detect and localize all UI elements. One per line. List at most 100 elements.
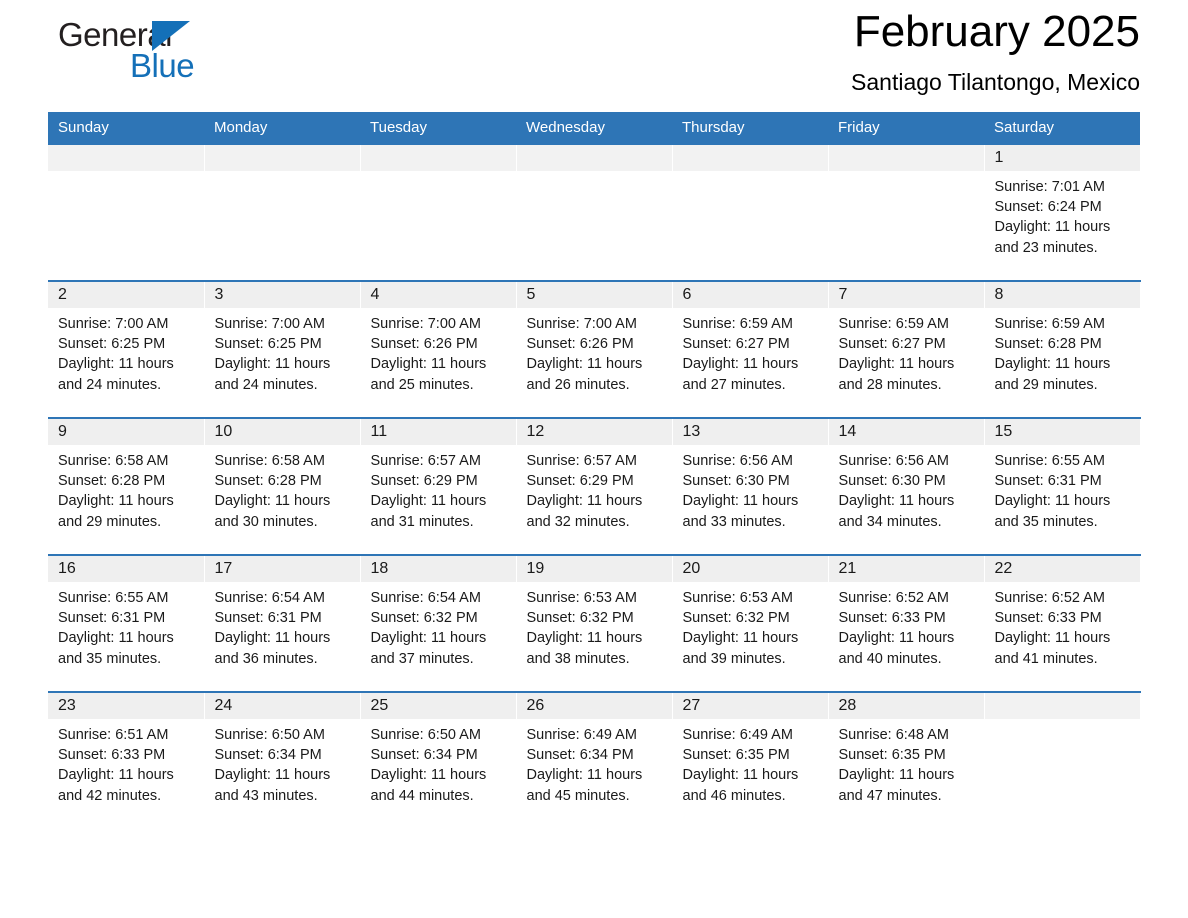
daylight-text: Daylight: 11 hours and 42 minutes. [58, 767, 174, 804]
calendar-week-row: 16 Sunrise: 6:55 AM Sunset: 6:31 PM Dayligh… [48, 554, 1141, 692]
daylight-text: Daylight: 11 hours and 35 minutes. [58, 630, 174, 667]
calendar-day-cell[interactable]: 24 Sunrise: 6:50 AM Sunset: 6:34 PM Dayligh… [204, 691, 361, 828]
day-details: Sunrise: 6:57 AM Sunset: 6:29 PM Daylight:… [361, 445, 516, 532]
calendar-day-cell[interactable]: 12 Sunrise: 6:57 AM Sunset: 6:29 PM Dayligh… [516, 417, 673, 555]
calendar-day-cell[interactable]: 7 Sunrise: 6:59 AM Sunset: 6:27 PM Daylight… [828, 280, 985, 418]
day-details: Sunrise: 7:00 AM Sunset: 6:26 PM Daylight:… [361, 308, 516, 395]
day-details: Sunrise: 6:59 AM Sunset: 6:27 PM Daylight:… [829, 308, 984, 395]
page-header: General Blue February 2025 Santiago Tila… [48, 0, 1140, 112]
daylight-text: Daylight: 11 hours and 24 minutes. [214, 356, 331, 393]
calendar-day-cell[interactable]: 1 Sunrise: 7:01 AM Sunset: 6:24 PM Daylight… [984, 145, 1141, 281]
sunset-text: Sunset: 6:31 PM [58, 610, 166, 627]
sunset-text: Sunset: 6:34 PM [370, 747, 478, 764]
sunset-text: Sunset: 6:26 PM [370, 336, 478, 353]
general-blue-logo[interactable]: General Blue [48, 10, 308, 90]
sunset-text: Sunset: 6:30 PM [838, 473, 946, 490]
calendar-day-cell[interactable]: 17 Sunrise: 6:54 AM Sunset: 6:31 PM Dayligh… [204, 554, 361, 692]
calendar-day-cell[interactable]: 18 Sunrise: 6:54 AM Sunset: 6:32 PM Dayligh… [360, 554, 517, 692]
sunset-text: Sunset: 6:29 PM [526, 473, 634, 490]
calendar-day-cell[interactable]: 23 Sunrise: 6:51 AM Sunset: 6:33 PM Dayligh… [48, 691, 205, 828]
day-details: Sunrise: 6:51 AM Sunset: 6:33 PM Daylight:… [48, 719, 204, 806]
day-number: 21 [828, 556, 984, 582]
calendar-day-cell[interactable]: 6 Sunrise: 6:59 AM Sunset: 6:27 PM Daylight… [672, 280, 829, 418]
day-number: 3 [204, 282, 360, 308]
calendar-day-cell[interactable]: 4 Sunrise: 7:00 AM Sunset: 6:26 PM Daylight… [360, 280, 517, 418]
day-details: Sunrise: 6:50 AM Sunset: 6:34 PM Daylight:… [361, 719, 516, 806]
daylight-text: Daylight: 11 hours and 31 minutes. [370, 493, 487, 530]
weekday-header-sunday: Sunday [48, 112, 204, 145]
daylight-text: Daylight: 11 hours and 45 minutes. [526, 767, 643, 804]
sunrise-text: Sunrise: 7:00 AM [370, 316, 481, 332]
page-title: February 2025 [853, 7, 1140, 56]
day-number: 28 [828, 693, 984, 719]
calendar-day-cell[interactable]: 15 Sunrise: 6:55 AM Sunset: 6:31 PM Dayligh… [984, 417, 1141, 555]
calendar-page: General Blue February 2025 Santiago Tila… [0, 0, 1188, 918]
calendar-day-cell[interactable]: 22 Sunrise: 6:52 AM Sunset: 6:33 PM Dayligh… [984, 554, 1141, 692]
sunset-text: Sunset: 6:34 PM [526, 747, 634, 764]
calendar-empty-cell [516, 145, 673, 281]
daylight-text: Daylight: 11 hours and 29 minutes. [58, 493, 174, 530]
daylight-text: Daylight: 11 hours and 32 minutes. [526, 493, 643, 530]
calendar-empty-cell [204, 145, 361, 281]
day-details: Sunrise: 6:52 AM Sunset: 6:33 PM Daylight:… [985, 582, 1140, 669]
day-number: 13 [672, 419, 828, 445]
sunset-text: Sunset: 6:31 PM [994, 473, 1102, 490]
sunset-text: Sunset: 6:33 PM [994, 610, 1102, 627]
sunrise-text: Sunrise: 6:54 AM [370, 590, 481, 606]
daylight-text: Daylight: 11 hours and 26 minutes. [526, 356, 643, 393]
sunrise-text: Sunrise: 6:55 AM [994, 453, 1105, 469]
sunrise-text: Sunrise: 6:49 AM [526, 727, 637, 743]
sunset-text: Sunset: 6:30 PM [682, 473, 790, 490]
daylight-text: Daylight: 11 hours and 43 minutes. [214, 767, 331, 804]
weekday-header-monday: Monday [204, 112, 360, 145]
day-details: Sunrise: 6:58 AM Sunset: 6:28 PM Daylight:… [205, 445, 360, 532]
calendar-day-cell[interactable]: 19 Sunrise: 6:53 AM Sunset: 6:32 PM Dayligh… [516, 554, 673, 692]
daylight-text: Daylight: 11 hours and 34 minutes. [838, 493, 955, 530]
day-details: Sunrise: 6:56 AM Sunset: 6:30 PM Daylight:… [829, 445, 984, 532]
calendar-day-cell[interactable]: 16 Sunrise: 6:55 AM Sunset: 6:31 PM Dayligh… [48, 554, 205, 692]
calendar-day-cell[interactable]: 11 Sunrise: 6:57 AM Sunset: 6:29 PM Dayligh… [360, 417, 517, 555]
calendar-day-cell[interactable]: 21 Sunrise: 6:52 AM Sunset: 6:33 PM Dayligh… [828, 554, 985, 692]
sunset-text: Sunset: 6:33 PM [838, 610, 946, 627]
sunset-text: Sunset: 6:32 PM [526, 610, 634, 627]
calendar-day-cell[interactable]: 26 Sunrise: 6:49 AM Sunset: 6:34 PM Dayligh… [516, 691, 673, 828]
day-number: 7 [828, 282, 984, 308]
calendar-day-cell[interactable]: 8 Sunrise: 6:59 AM Sunset: 6:28 PM Daylight… [984, 280, 1141, 418]
weekday-header-tuesday: Tuesday [360, 112, 516, 145]
calendar-day-cell[interactable]: 14 Sunrise: 6:56 AM Sunset: 6:30 PM Dayligh… [828, 417, 985, 555]
weekday-header-friday: Friday [828, 112, 984, 145]
daylight-text: Daylight: 11 hours and 24 minutes. [58, 356, 174, 393]
sunset-text: Sunset: 6:32 PM [370, 610, 478, 627]
daylight-text: Daylight: 11 hours and 33 minutes. [682, 493, 799, 530]
day-details: Sunrise: 6:52 AM Sunset: 6:33 PM Daylight:… [829, 582, 984, 669]
calendar-day-cell[interactable]: 9 Sunrise: 6:58 AM Sunset: 6:28 PM Daylight… [48, 417, 205, 555]
calendar-day-cell[interactable]: 2 Sunrise: 7:00 AM Sunset: 6:25 PM Daylight… [48, 280, 205, 418]
calendar-week-row: 2 Sunrise: 7:00 AM Sunset: 6:25 PM Daylight… [48, 280, 1141, 418]
weekday-header-wednesday: Wednesday [516, 112, 672, 145]
day-number [828, 145, 984, 171]
sunset-text: Sunset: 6:25 PM [214, 336, 322, 353]
day-number: 17 [204, 556, 360, 582]
daylight-text: Daylight: 11 hours and 37 minutes. [370, 630, 487, 667]
sunrise-text: Sunrise: 7:01 AM [994, 179, 1105, 195]
sunrise-text: Sunrise: 6:57 AM [370, 453, 481, 469]
day-number: 26 [516, 693, 672, 719]
calendar-day-cell[interactable]: 3 Sunrise: 7:00 AM Sunset: 6:25 PM Daylight… [204, 280, 361, 418]
calendar-day-cell[interactable]: 10 Sunrise: 6:58 AM Sunset: 6:28 PM Dayligh… [204, 417, 361, 555]
sunrise-text: Sunrise: 6:50 AM [214, 727, 325, 743]
sunrise-text: Sunrise: 6:53 AM [682, 590, 793, 606]
sunrise-text: Sunrise: 6:56 AM [838, 453, 949, 469]
calendar-day-cell[interactable]: 20 Sunrise: 6:53 AM Sunset: 6:32 PM Dayligh… [672, 554, 829, 692]
calendar-day-cell[interactable]: 13 Sunrise: 6:56 AM Sunset: 6:30 PM Dayligh… [672, 417, 829, 555]
day-number: 8 [984, 282, 1140, 308]
calendar-day-cell[interactable]: 27 Sunrise: 6:49 AM Sunset: 6:35 PM Dayligh… [672, 691, 829, 828]
calendar-empty-cell [48, 145, 205, 281]
calendar-day-cell[interactable]: 28 Sunrise: 6:48 AM Sunset: 6:35 PM Dayligh… [828, 691, 985, 828]
calendar-day-cell[interactable]: 5 Sunrise: 7:00 AM Sunset: 6:26 PM Daylight… [516, 280, 673, 418]
calendar-empty-cell [984, 691, 1141, 828]
sunrise-text: Sunrise: 6:56 AM [682, 453, 793, 469]
calendar-day-cell[interactable]: 25 Sunrise: 6:50 AM Sunset: 6:34 PM Dayligh… [360, 691, 517, 828]
weekday-header-saturday: Saturday [984, 112, 1140, 145]
location-subtitle: Santiago Tilantongo, Mexico [851, 69, 1140, 95]
calendar-week-row: 1 Sunrise: 7:01 AM Sunset: 6:24 PM Daylight… [48, 145, 1141, 281]
